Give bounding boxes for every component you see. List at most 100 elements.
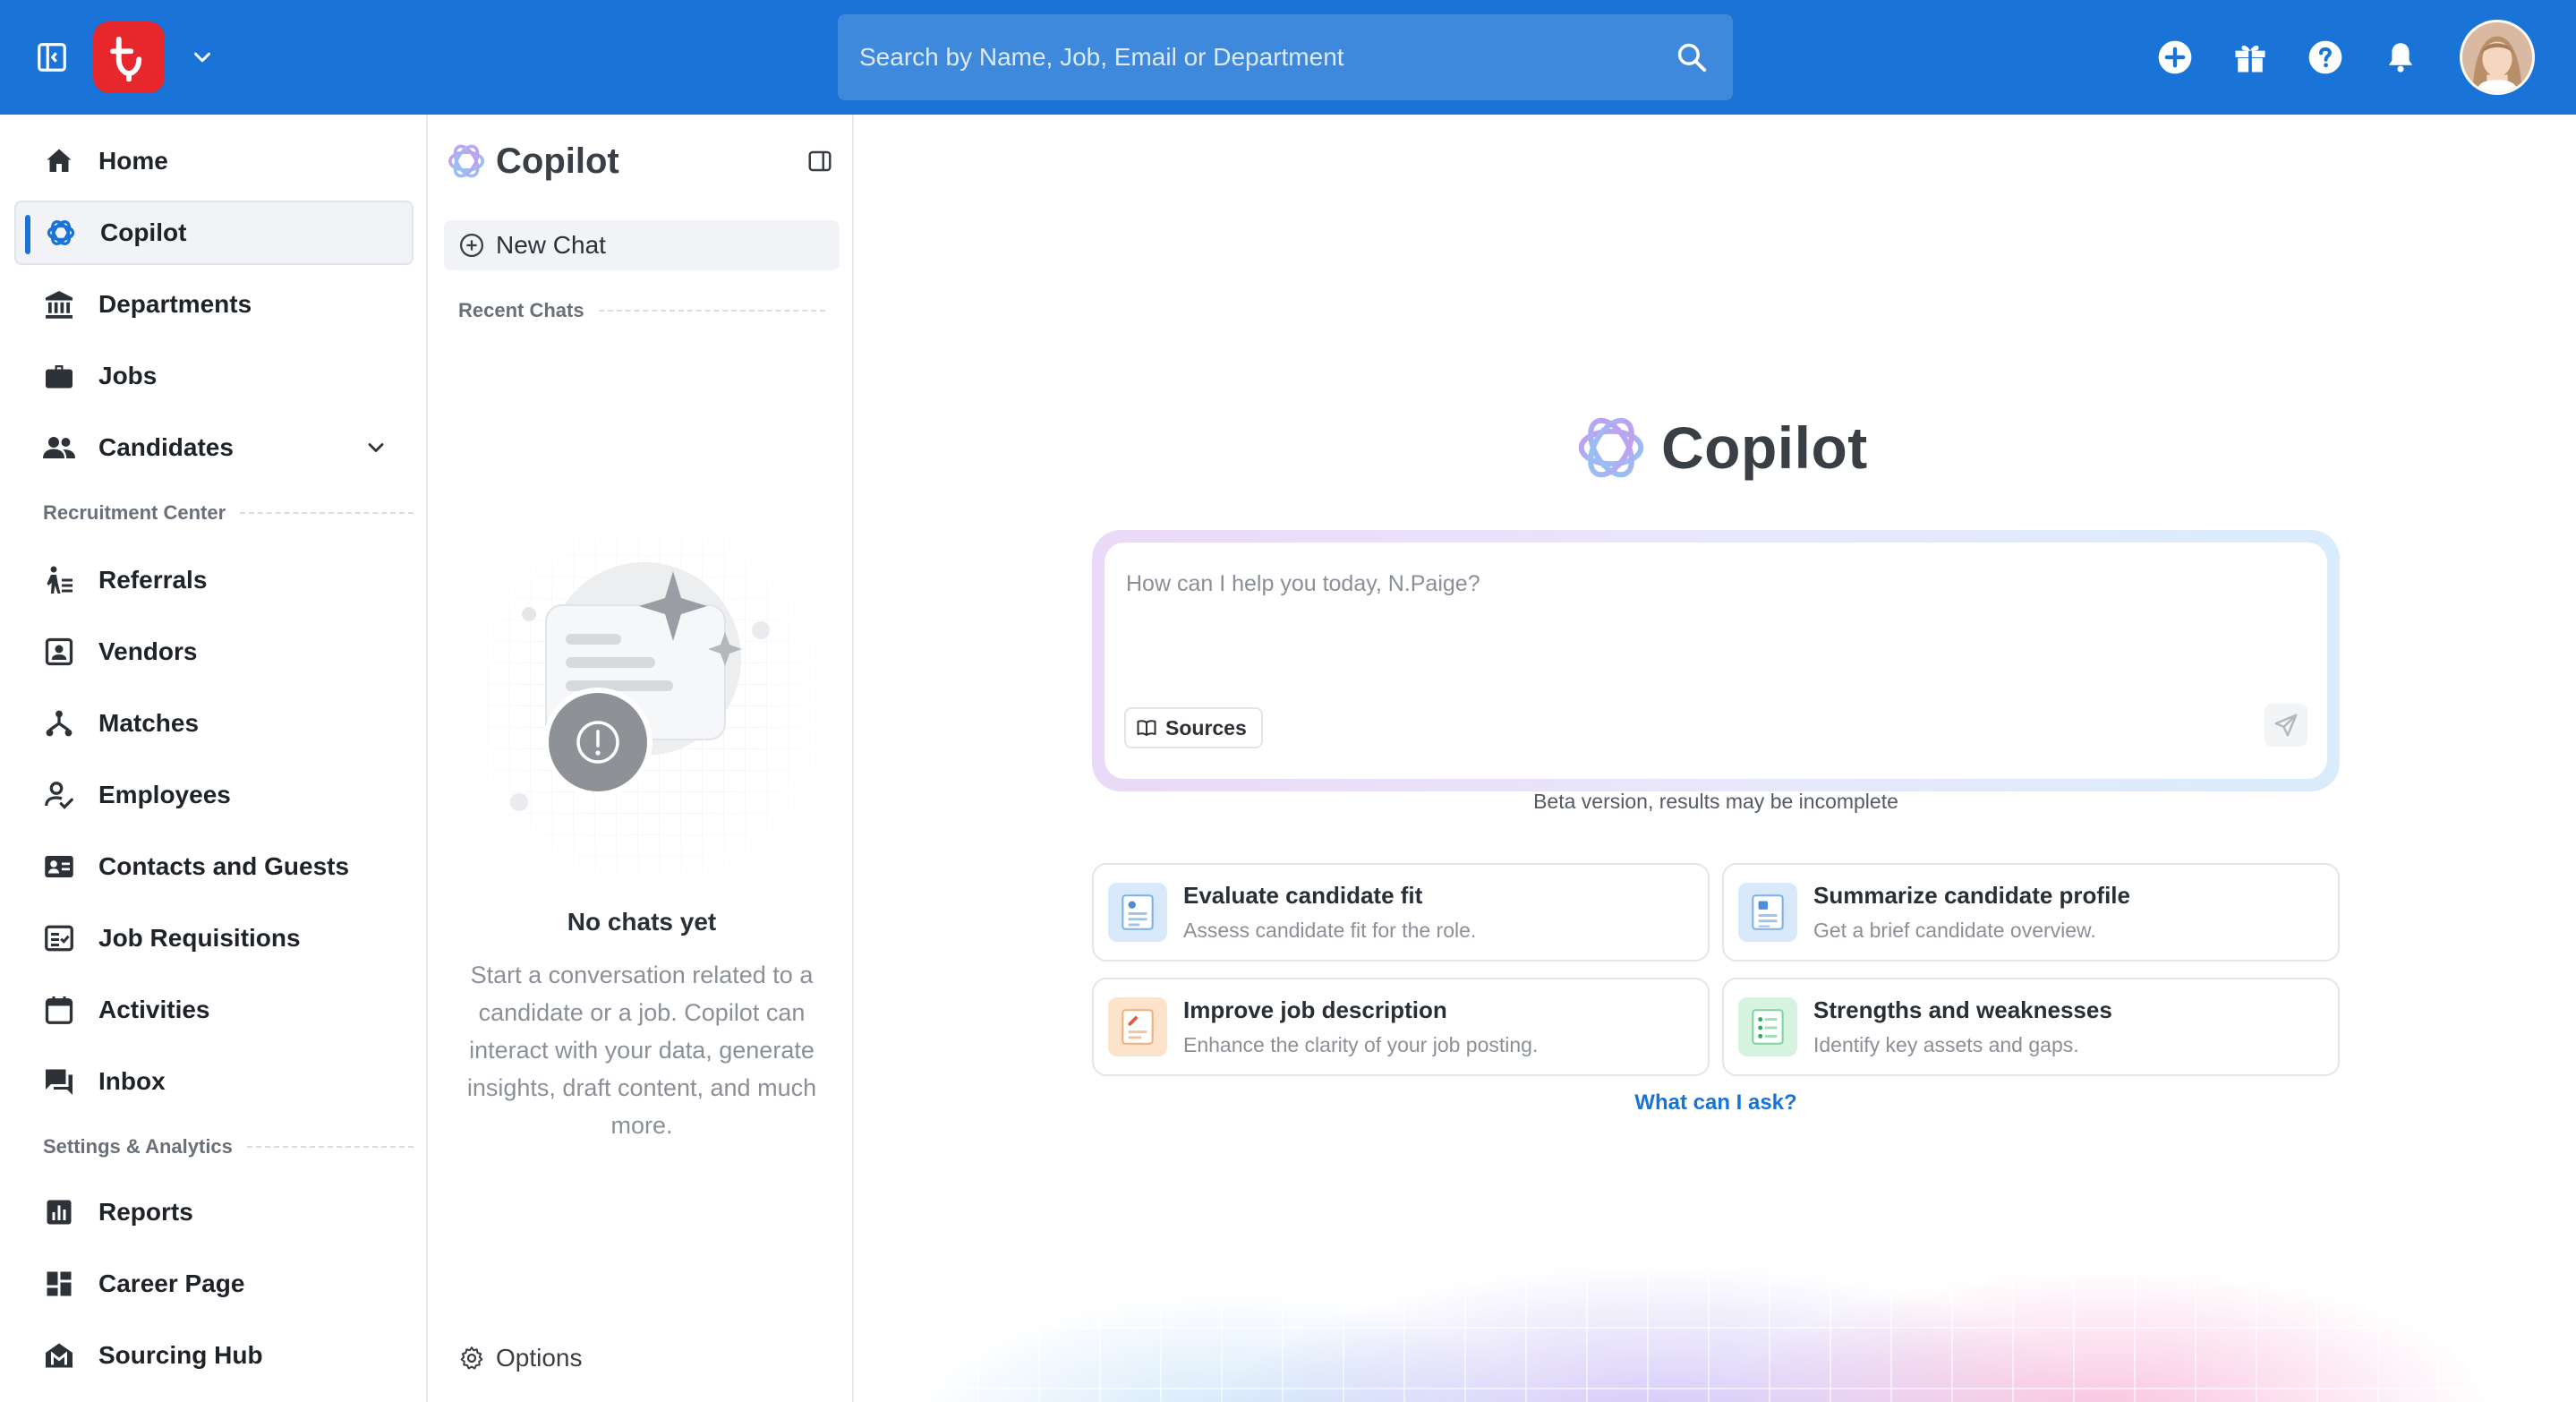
search-input[interactable] <box>859 43 1672 72</box>
people-icon <box>41 430 77 466</box>
nav-item-contacts-guests[interactable]: Contacts and Guests <box>14 834 414 899</box>
nav-label: Inbox <box>98 1067 166 1095</box>
gift-icon[interactable] <box>2229 36 2272 79</box>
user-avatar[interactable] <box>2460 20 2535 95</box>
copilot-main: Copilot Sources Beta version, results ma… <box>856 115 2576 1402</box>
global-search <box>838 14 1733 100</box>
home-icon <box>41 143 77 179</box>
nav-label: Jobs <box>98 362 158 389</box>
card-title: Evaluate candidate fit <box>1183 882 1423 909</box>
nav-label: Contacts and Guests <box>98 852 350 880</box>
recent-chats-header: Recent Chats <box>458 299 825 322</box>
suggestion-card-evaluate-fit[interactable]: Evaluate candidate fit Assess candidate … <box>1092 863 1710 962</box>
nav-item-reports[interactable]: Reports <box>14 1180 414 1244</box>
edit-document-icon <box>1108 997 1167 1056</box>
strengths-icon <box>1738 997 1797 1056</box>
nav-label: Sourcing Hub <box>98 1341 263 1369</box>
suggestion-card-summarize-profile[interactable]: Summarize candidate profile Get a brief … <box>1722 863 2340 962</box>
gear-icon <box>456 1343 487 1373</box>
bank-icon <box>41 286 77 322</box>
profile-summary-icon <box>1738 883 1797 942</box>
card-text: Evaluate candidate fit Assess candidate … <box>1183 882 1476 943</box>
chat-icon <box>41 1064 77 1099</box>
new-chat-label: New Chat <box>496 231 606 259</box>
empty-chats-description: Start a conversation related to a candid… <box>466 962 817 1139</box>
vendor-icon <box>41 634 77 670</box>
chat-panel-title: Copilot <box>496 141 619 181</box>
section-header-recruitment: Recruitment Center <box>43 501 414 525</box>
nav-item-copilot[interactable]: Copilot <box>14 201 414 265</box>
bell-icon[interactable] <box>2379 36 2422 79</box>
sourcing-icon <box>41 1338 77 1373</box>
bar-chart-icon <box>41 1194 77 1230</box>
main-sidebar: Home Copilot Departments Jobs Candidates… <box>0 115 428 1402</box>
sidebar-toggle-icon[interactable] <box>34 39 70 75</box>
nav-item-career-page[interactable]: Career Page <box>14 1252 414 1316</box>
nav-label: Reports <box>98 1198 193 1226</box>
chevron-down-icon[interactable] <box>186 41 218 73</box>
nav-item-candidates[interactable]: Candidates <box>14 415 414 480</box>
nav-label: Employees <box>98 781 231 808</box>
prompt-box: Sources <box>1105 543 2327 779</box>
nav-item-employees[interactable]: Employees <box>14 763 414 827</box>
nav-item-jobs[interactable]: Jobs <box>14 344 414 408</box>
copilot-hero: Copilot <box>1574 410 1868 485</box>
contact-card-icon <box>41 849 77 885</box>
add-circle-icon[interactable] <box>2154 36 2196 79</box>
section-divider <box>240 512 414 514</box>
checklist-icon <box>41 920 77 956</box>
nav-item-activities[interactable]: Activities <box>14 978 414 1042</box>
nav-label: Career Page <box>98 1269 245 1297</box>
section-divider <box>598 310 825 312</box>
card-title: Summarize candidate profile <box>1813 882 2130 909</box>
nav-item-departments[interactable]: Departments <box>14 272 414 337</box>
sources-button[interactable]: Sources <box>1124 707 1263 748</box>
card-text: Improve job description Enhance the clar… <box>1183 996 1538 1057</box>
card-title: Strengths and weaknesses <box>1813 996 2112 1023</box>
dashboard-icon <box>41 1266 77 1302</box>
what-can-i-ask-link[interactable]: What can I ask? <box>1092 1090 2340 1116</box>
background-grid <box>856 1144 2576 1402</box>
collapse-panel-icon[interactable] <box>804 145 836 177</box>
nav-label: Vendors <box>98 637 198 665</box>
recent-chats-label: Recent Chats <box>458 299 584 321</box>
employee-icon <box>41 777 77 813</box>
nav-label: Copilot <box>100 218 187 246</box>
search-icon[interactable] <box>1672 38 1711 77</box>
add-circle-icon <box>456 230 487 261</box>
nav-label: Matches <box>98 709 200 737</box>
card-title: Improve job description <box>1183 996 1447 1023</box>
prompt-input[interactable] <box>1126 566 2290 602</box>
copilot-logo-icon <box>1578 417 1644 478</box>
app-logo[interactable] <box>93 21 165 93</box>
book-icon <box>1135 716 1158 739</box>
copilot-icon <box>43 215 79 251</box>
nav-label: Departments <box>98 290 252 318</box>
card-description: Identify key assets and gaps. <box>1813 1033 2079 1056</box>
help-icon[interactable] <box>2304 36 2347 79</box>
calendar-icon <box>41 992 77 1028</box>
nav-item-home[interactable]: Home <box>14 129 414 193</box>
nav-item-job-requisitions[interactable]: Job Requisitions <box>14 906 414 970</box>
card-description: Enhance the clarity of your job posting. <box>1183 1033 1539 1056</box>
candidate-fit-icon <box>1108 883 1167 942</box>
nav-label: Activities <box>98 996 210 1023</box>
send-icon <box>2274 714 2298 737</box>
send-button[interactable] <box>2265 704 2307 747</box>
suggestion-card-improve-job-description[interactable]: Improve job description Enhance the clar… <box>1092 978 1710 1076</box>
chat-panel-header: Copilot <box>446 136 838 186</box>
nav-item-inbox[interactable]: Inbox <box>14 1049 414 1114</box>
nav-item-vendors[interactable]: Vendors <box>14 620 414 684</box>
nav-label: Candidates <box>98 433 234 461</box>
nav-item-referrals[interactable]: Referrals <box>14 548 414 612</box>
nav-label: Job Requisitions <box>98 924 301 952</box>
nav-item-sourcing-hub[interactable]: Sourcing Hub <box>14 1323 414 1388</box>
chevron-down-icon[interactable] <box>360 432 392 464</box>
suggestion-card-strengths-weaknesses[interactable]: Strengths and weaknesses Identify key as… <box>1722 978 2340 1076</box>
nav-item-matches[interactable]: Matches <box>14 691 414 756</box>
options-button[interactable]: Options <box>456 1343 583 1373</box>
empty-chats-illustration <box>465 534 823 910</box>
new-chat-button[interactable]: New Chat <box>444 220 840 270</box>
section-divider <box>246 1146 414 1148</box>
nav-label: Referrals <box>98 566 208 594</box>
